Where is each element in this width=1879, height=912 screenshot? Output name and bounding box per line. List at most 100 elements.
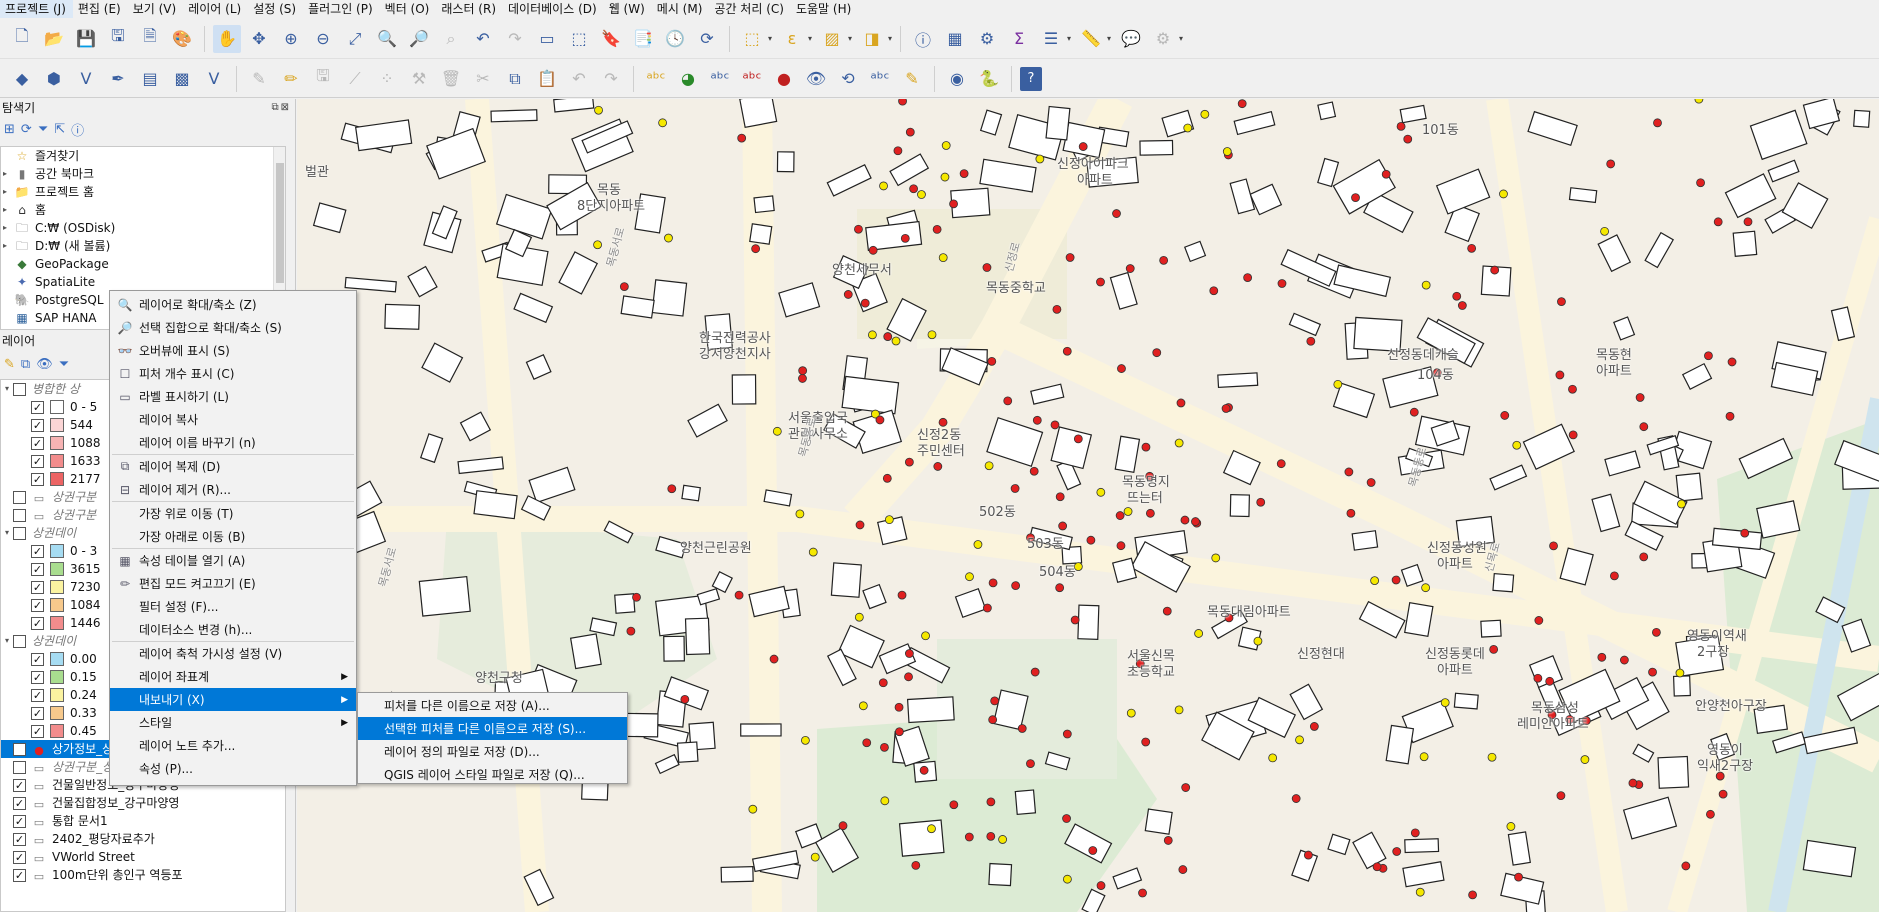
context-menu-item[interactable]: 👓 오버뷰에 표시 (S) bbox=[110, 339, 356, 362]
scrollbar-thumb[interactable] bbox=[276, 163, 284, 283]
browser-item[interactable]: ▸ ▮ 공간 북마크 bbox=[1, 165, 285, 183]
expand-arrow-icon[interactable]: ▾ bbox=[1, 632, 13, 650]
visibility-icon[interactable]: 👁 bbox=[36, 357, 53, 372]
visibility-checkbox[interactable]: ✓ bbox=[13, 742, 26, 756]
data-source-manager-icon[interactable]: ◆ bbox=[8, 65, 36, 93]
label-properties-icon[interactable]: ✎ bbox=[898, 65, 926, 93]
style-panel-icon[interactable]: ✎ bbox=[4, 357, 15, 372]
context-menu-item[interactable]: ⊟ 레이어 제거 (R)... bbox=[110, 478, 356, 501]
help-icon[interactable]: ? bbox=[1020, 66, 1042, 91]
zoom-layer-icon[interactable]: 🔎 bbox=[405, 25, 433, 53]
pin-labels-icon[interactable]: ᵃᵇᶜ bbox=[706, 65, 734, 93]
label-toolbar-icon[interactable]: ᵃᵇᶜ bbox=[642, 65, 670, 93]
zoom-in-icon[interactable]: ⊕ bbox=[277, 25, 305, 53]
new-map-view-icon[interactable]: ▭ bbox=[533, 25, 561, 53]
panel-controls[interactable]: ⧉⊠ bbox=[271, 99, 295, 117]
context-menu-item[interactable]: ▭ 라벨 표시하기 (L) bbox=[110, 385, 356, 408]
expand-arrow-icon[interactable]: ▸ bbox=[3, 201, 13, 219]
context-menu-item[interactable]: 내보내기 (X) ▶ bbox=[110, 688, 356, 711]
visibility-checkbox[interactable]: ✓ bbox=[31, 580, 44, 594]
browser-item[interactable]: ✦ SpatiaLite bbox=[1, 273, 285, 291]
visibility-checkbox[interactable]: ✓ bbox=[31, 400, 44, 414]
save-as-icon[interactable]: 🖫 bbox=[104, 25, 132, 53]
context-menu-item[interactable]: 레이어 노트 추가... bbox=[110, 734, 356, 757]
refresh-icon[interactable]: ⟳ bbox=[693, 25, 721, 53]
visibility-checkbox[interactable]: ✓ bbox=[31, 670, 44, 684]
zoom-next-icon[interactable]: ↷ bbox=[501, 25, 529, 53]
zoom-out-icon[interactable]: ⊖ bbox=[309, 25, 337, 53]
toggle-editing-icon[interactable]: ✏ bbox=[277, 65, 305, 93]
new-spatialite-layer-icon[interactable]: ✒ bbox=[104, 65, 132, 93]
visibility-checkbox[interactable]: ✓ bbox=[31, 598, 44, 612]
save-edits-icon[interactable]: 🖫 bbox=[309, 65, 337, 93]
zoom-native-icon[interactable]: ⌕ bbox=[437, 25, 465, 53]
visibility-checkbox[interactable]: ✓ bbox=[31, 436, 44, 450]
menu-item[interactable]: 데이터베이스 (D) bbox=[503, 0, 604, 18]
visibility-checkbox[interactable]: ✓ bbox=[13, 868, 26, 882]
quickmapservices-icon[interactable]: ◉ bbox=[943, 65, 971, 93]
export-submenu-item[interactable]: 피처를 다른 이름으로 저장 (A)... bbox=[358, 694, 627, 717]
visibility-checkbox[interactable] bbox=[13, 490, 26, 504]
menu-item[interactable]: 공간 처리 (C) bbox=[709, 0, 791, 18]
statistics-icon[interactable]: Σ bbox=[1005, 25, 1033, 53]
context-menu-item[interactable]: 레이어 복사 bbox=[110, 408, 356, 431]
zoom-selection-icon[interactable]: 🔍 bbox=[373, 25, 401, 53]
paste-features-icon[interactable]: 📋 bbox=[533, 65, 561, 93]
export-submenu-item[interactable]: QGIS 레이어 스타일 파일로 저장 (Q)... bbox=[358, 763, 627, 786]
print-layout-icon[interactable]: 🗎 bbox=[136, 25, 164, 53]
context-menu-item[interactable]: ✏ 편집 모드 켜고끄기 (E) bbox=[110, 572, 356, 595]
visibility-checkbox[interactable]: ✓ bbox=[31, 688, 44, 702]
browser-item[interactable]: ▸ ⌂ 홈 bbox=[1, 201, 285, 219]
visibility-checkbox[interactable]: ✓ bbox=[31, 544, 44, 558]
visibility-checkbox[interactable]: ✓ bbox=[31, 472, 44, 486]
new-virtual-layer-icon[interactable]: ▩ bbox=[168, 65, 196, 93]
attribute-table-icon[interactable]: ☰ ▾ bbox=[1037, 25, 1071, 53]
rotate-label-icon[interactable]: ⟲ bbox=[834, 65, 862, 93]
processing-toolbox-icon[interactable]: ⚙ bbox=[973, 25, 1001, 53]
visibility-checkbox[interactable] bbox=[13, 508, 26, 522]
menu-item[interactable]: 편집 (E) bbox=[73, 0, 128, 18]
filter-icon[interactable]: ⏷ bbox=[38, 122, 48, 137]
new-temporary-layer-icon[interactable]: ▤ bbox=[136, 65, 164, 93]
menu-item[interactable]: 웹 (W) bbox=[604, 0, 652, 18]
context-menu-item[interactable]: 레이어 좌표계 ▶ bbox=[110, 665, 356, 688]
menu-item[interactable]: 래스터 (R) bbox=[436, 0, 503, 18]
pan-icon[interactable]: ✋ bbox=[213, 24, 241, 53]
visibility-checkbox[interactable]: ✓ bbox=[31, 652, 44, 666]
visibility-checkbox[interactable]: ✓ bbox=[13, 850, 26, 864]
menu-item[interactable]: 프로젝트 (J) bbox=[0, 0, 73, 18]
move-label-icon[interactable]: ● bbox=[770, 65, 798, 93]
copy-features-icon[interactable]: ⧉ bbox=[501, 65, 529, 93]
context-menu-item[interactable]: 가장 아래로 이동 (B) bbox=[110, 525, 356, 548]
layer-row[interactable]: ✓ ▭ 건물집합정보_강구마양영 bbox=[1, 794, 285, 812]
visibility-checkbox[interactable]: ✓ bbox=[13, 832, 26, 846]
visibility-checkbox[interactable]: ✓ bbox=[13, 796, 26, 810]
deselect-icon[interactable]: ▨ ▾ bbox=[818, 25, 852, 53]
menu-item[interactable]: 벡터 (O) bbox=[380, 0, 437, 18]
menu-item[interactable]: 도움말 (H) bbox=[791, 0, 858, 18]
style-manager-icon[interactable]: 🎨 bbox=[168, 25, 196, 53]
new-3d-view-icon[interactable]: ⬚ bbox=[565, 25, 593, 53]
expand-arrow-icon[interactable]: ▸ bbox=[3, 183, 13, 201]
visibility-checkbox[interactable] bbox=[13, 526, 26, 540]
digitize-icon[interactable]: ⟋ bbox=[341, 65, 369, 93]
undo-icon[interactable]: ↶ bbox=[565, 65, 593, 93]
info-icon[interactable]: ⓘ bbox=[71, 120, 84, 139]
zoom-full-icon[interactable]: ⤢ bbox=[341, 25, 369, 53]
refresh-icon[interactable]: ⟳ bbox=[21, 122, 32, 137]
new-geopackage-layer-icon[interactable]: ⬢ bbox=[40, 65, 68, 93]
filter-legend-icon[interactable]: ⏷ bbox=[59, 357, 69, 372]
context-menu-item[interactable]: ▦ 속성 테이블 열기 (A) bbox=[110, 549, 356, 572]
diagram-icon[interactable]: ◕ bbox=[674, 65, 702, 93]
map-canvas[interactable]: 목동 8단지아파트 양천세무서 목동중학교 한국전력공사 강서양천지사 서울출입국 관리사무소… bbox=[297, 99, 1879, 912]
vertex-tool-icon[interactable]: ⁘ bbox=[373, 65, 401, 93]
menu-item[interactable]: 플러그인 (P) bbox=[303, 0, 380, 18]
browser-item[interactable]: ▸ 🗀 D:₩ (새 볼륨) bbox=[1, 237, 285, 255]
context-menu-item[interactable]: 🔍 레이어로 확대/축소 (Z) bbox=[110, 293, 356, 316]
modify-attributes-icon[interactable]: ⚒ bbox=[405, 65, 433, 93]
highlight-labels-icon[interactable]: ᵃᵇᶜ bbox=[738, 65, 766, 93]
map-tips-icon[interactable]: 💬 bbox=[1117, 25, 1145, 53]
show-hide-labels-icon[interactable]: 👁 bbox=[802, 65, 830, 93]
context-menu-item[interactable]: ☐ 피처 개수 표시 (C) bbox=[110, 362, 356, 385]
layer-row[interactable]: ✓ ▭ 2402_평당자료추가 bbox=[1, 830, 285, 848]
